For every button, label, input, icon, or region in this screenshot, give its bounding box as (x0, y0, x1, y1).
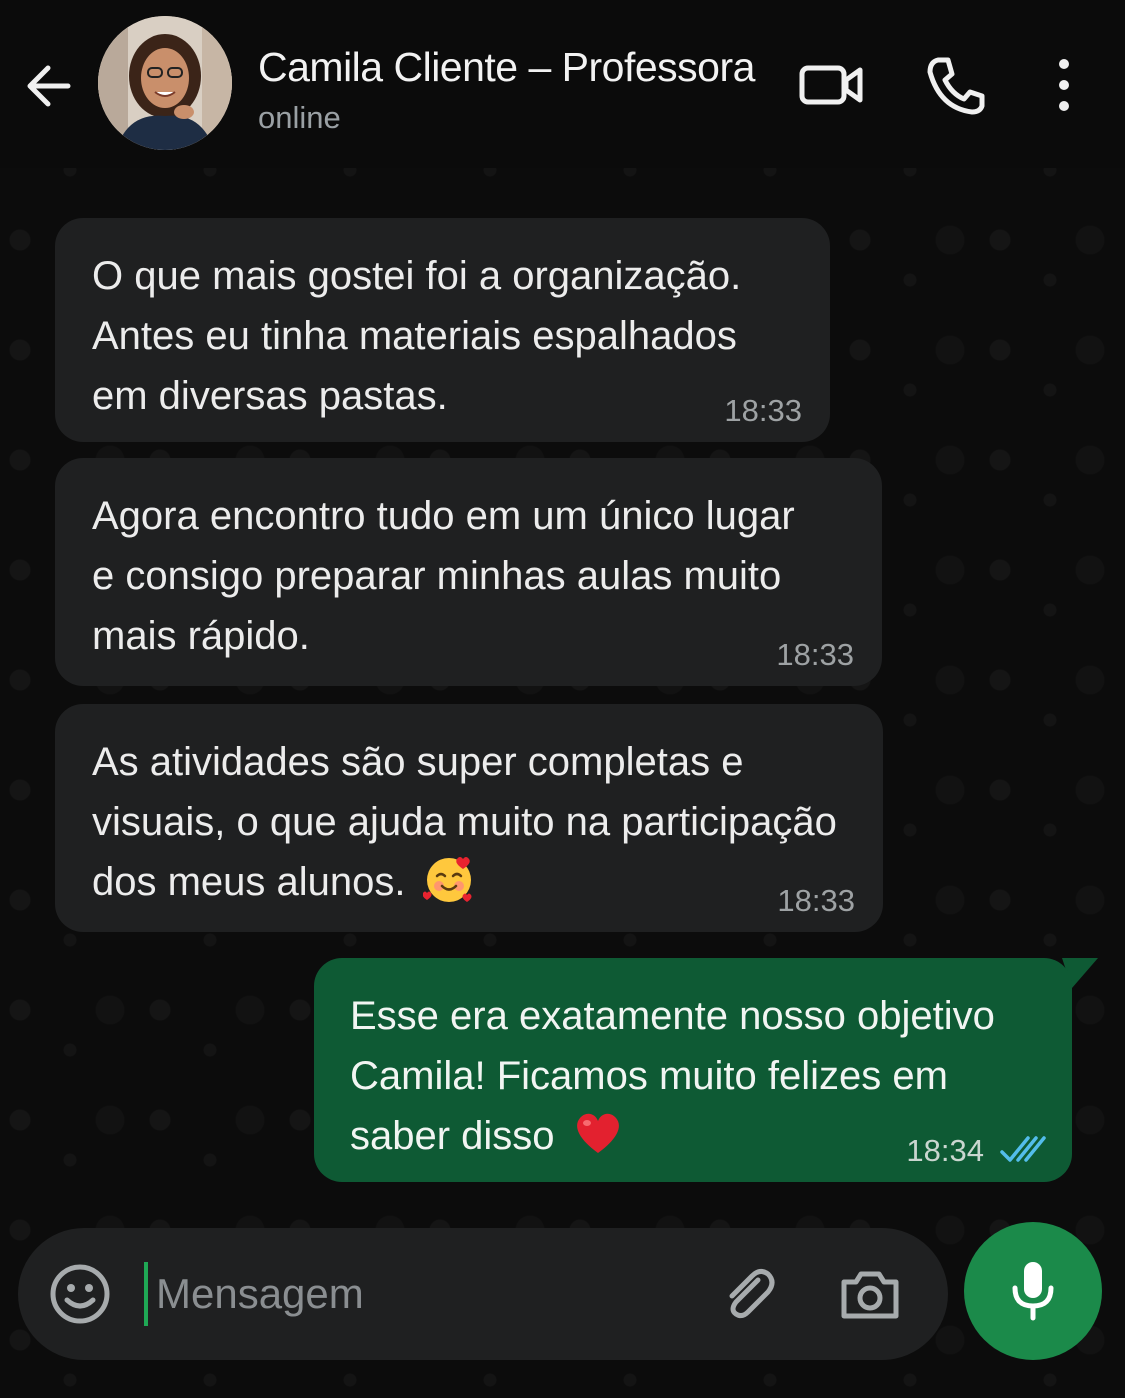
message-bubble-incoming[interactable]: O que mais gostei foi a organização. Ant… (55, 218, 830, 442)
text-cursor (144, 1262, 148, 1326)
message-line: As atividades são super completas e (92, 740, 744, 784)
red-heart-icon (576, 1114, 619, 1154)
smiling-face-with-hearts-icon (422, 857, 472, 903)
voice-message-button[interactable] (964, 1222, 1102, 1360)
message-line: saber disso (350, 1114, 555, 1158)
phone-icon[interactable] (920, 50, 990, 120)
message-time: 18:34 (906, 1133, 984, 1168)
message-line: dos meus alunos. (92, 860, 406, 904)
message-line: Agora encontro tudo em um único lugar (92, 494, 795, 538)
emoji-icon[interactable] (48, 1262, 112, 1326)
message-time: 18:33 (724, 393, 802, 428)
message-bubble-incoming[interactable]: As atividades são super completas e visu… (55, 704, 883, 932)
message-line: mais rápido. (92, 614, 310, 658)
chat-screen: Camila Cliente – Professora online O que… (0, 0, 1125, 1398)
message-time: 18:33 (777, 883, 855, 918)
message-line: Antes eu tinha materiais espalhados (92, 314, 737, 358)
message-line: Esse era exatamente nosso objetivo (350, 994, 995, 1038)
message-bubble-incoming[interactable]: Agora encontro tudo em um único lugar e … (55, 458, 882, 686)
message-line: em diversas pastas. (92, 374, 448, 418)
mic-icon (1012, 1262, 1054, 1321)
message-line: e consigo preparar minhas aulas muito (92, 554, 782, 598)
message-input[interactable]: Mensagem (156, 1270, 364, 1318)
message-composer: Mensagem (18, 1228, 948, 1360)
avatar[interactable] (98, 16, 232, 150)
more-options-icon[interactable] (1040, 50, 1088, 120)
contact-name[interactable]: Camila Cliente – Professora (258, 44, 755, 91)
read-receipt-icon (1000, 1136, 1046, 1162)
message-line: visuais, o que ajuda muito na participaç… (92, 800, 837, 844)
contact-status: online (258, 100, 341, 135)
message-time: 18:33 (776, 637, 854, 672)
video-call-icon[interactable] (796, 50, 866, 120)
message-line-with-emoji: dos meus alunos. (92, 852, 847, 912)
camera-icon[interactable] (838, 1264, 902, 1324)
message-bubble-outgoing[interactable]: Esse era exatamente nosso objetivo Camil… (314, 958, 1072, 1182)
back-arrow-icon[interactable] (22, 58, 78, 114)
attach-icon[interactable] (716, 1262, 780, 1326)
chat-header: Camila Cliente – Professora online (0, 0, 1125, 168)
message-line: Camila! Ficamos muito felizes em (350, 1054, 948, 1098)
message-line: O que mais gostei foi a organização. (92, 254, 742, 298)
